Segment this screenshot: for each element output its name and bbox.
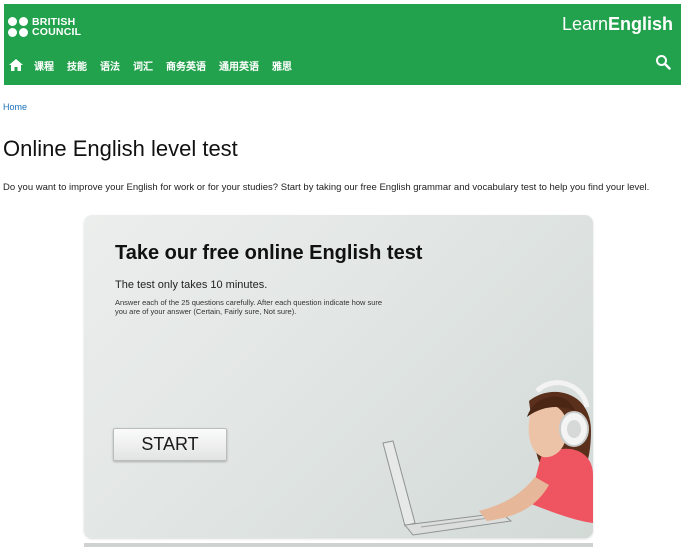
nav-item-vocabulary[interactable]: 词汇 <box>133 58 153 73</box>
nav-item-skills[interactable]: 技能 <box>67 58 87 73</box>
promo-description: Answer each of the 25 questions carefull… <box>115 298 383 316</box>
british-council-logo[interactable]: BRITISH COUNCIL <box>8 13 81 41</box>
partial-footer-text <box>84 543 593 547</box>
nav-item-grammar[interactable]: 语法 <box>100 58 120 73</box>
logo-line-2: COUNCIL <box>32 26 82 38</box>
nav-item-general-english[interactable]: 通用英语 <box>219 58 259 73</box>
search-icon[interactable] <box>655 54 671 70</box>
nav-item-ielts[interactable]: 雅思 <box>272 58 292 73</box>
main-nav: 课程 技能 语法 词汇 商务英语 通用英语 雅思 <box>4 54 305 76</box>
start-button[interactable]: START <box>113 428 227 461</box>
promo-subtitle: The test only takes 10 minutes. <box>115 279 268 291</box>
nav-item-courses[interactable]: 课程 <box>34 58 54 73</box>
home-icon[interactable] <box>8 57 24 73</box>
girl-with-laptop-illustration <box>382 380 593 536</box>
breadcrumb-home[interactable]: Home <box>3 102 27 112</box>
brand-english: English <box>607 14 673 34</box>
logo-dots-icon <box>8 17 28 37</box>
page-title: Online English level test <box>3 136 238 161</box>
promo-title: Take our free online English test <box>115 242 423 264</box>
site-header: BRITISH COUNCIL LearnEnglish 课程 技能 语法 词汇… <box>4 4 681 85</box>
intro-text: Do you want to improve your English for … <box>3 182 650 193</box>
learnenglish-brand[interactable]: LearnEnglish <box>562 14 673 35</box>
test-promo-banner: Take our free online English test The te… <box>84 215 593 538</box>
brand-learn: Learn <box>561 14 608 34</box>
nav-item-business-english[interactable]: 商务英语 <box>166 58 206 73</box>
